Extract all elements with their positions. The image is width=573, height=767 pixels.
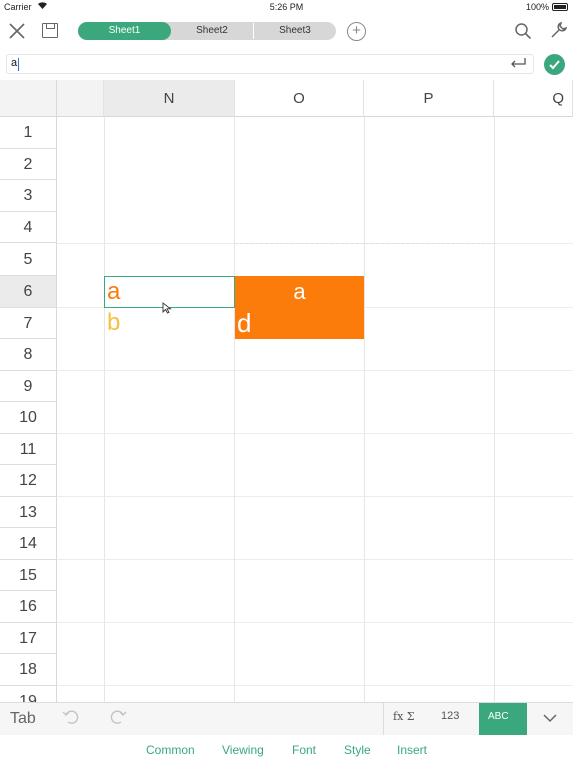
row-gridline xyxy=(57,496,573,497)
input-toolbar: Tab fx Σ 123 ABC xyxy=(0,702,573,736)
row-header-4[interactable]: 4 xyxy=(0,212,57,243)
row-header-14[interactable]: 14 xyxy=(0,528,57,560)
search-icon[interactable] xyxy=(514,22,532,40)
row-header-16[interactable]: 16 xyxy=(0,591,57,623)
row-header-3[interactable]: 3 xyxy=(0,180,57,212)
row-header-13[interactable]: 13 xyxy=(0,497,57,528)
cell-o6[interactable]: a xyxy=(235,277,364,307)
close-icon[interactable] xyxy=(6,20,28,42)
column-header-n[interactable]: N xyxy=(104,80,235,117)
row-header-6[interactable]: 6 xyxy=(0,276,57,308)
column-header-p[interactable]: P xyxy=(364,80,494,117)
row-header-7[interactable]: 7 xyxy=(0,308,57,339)
save-icon[interactable] xyxy=(42,23,58,38)
row-header-18[interactable]: 18 xyxy=(0,654,57,686)
undo-icon[interactable] xyxy=(61,709,81,729)
select-all-corner[interactable] xyxy=(0,80,57,117)
column-gridline xyxy=(364,117,365,702)
formula-input[interactable]: a xyxy=(11,57,17,69)
redo-icon[interactable] xyxy=(108,709,128,729)
cell-n7[interactable]: b xyxy=(107,308,120,338)
menu-viewing[interactable]: Viewing xyxy=(222,743,264,757)
menu-common[interactable]: Common xyxy=(146,743,195,757)
row-header-1[interactable]: 1 xyxy=(0,117,57,149)
column-header-q[interactable]: Q xyxy=(494,80,573,117)
column-gridline xyxy=(494,117,495,702)
formula-bar[interactable]: a xyxy=(6,54,534,74)
row-gridline xyxy=(57,685,573,686)
row-header-19[interactable]: 19 xyxy=(0,686,57,702)
return-icon[interactable] xyxy=(509,56,527,72)
column-header[interactable] xyxy=(57,80,104,117)
row-gridline xyxy=(57,433,573,434)
plus-icon[interactable]: + xyxy=(347,22,366,41)
row-header-8[interactable]: 8 xyxy=(0,339,57,371)
formula-keyboard-button[interactable]: fx Σ xyxy=(393,710,415,723)
checkmark-icon[interactable] xyxy=(544,54,565,75)
column-gridline xyxy=(234,117,235,702)
status-bar: Carrier 5:26 PM 100% xyxy=(0,0,573,14)
spreadsheet-grid[interactable]: N O P Q 1 2 3 4 5 6 7 8 9 10 11 12 13 14… xyxy=(0,80,573,702)
row-gridline xyxy=(57,559,573,560)
row-header-11[interactable]: 11 xyxy=(0,434,57,465)
tab-key[interactable]: Tab xyxy=(10,710,36,728)
text-keyboard-button[interactable]: ABC xyxy=(479,703,527,736)
row-header-12[interactable]: 12 xyxy=(0,465,57,497)
menu-style[interactable]: Style xyxy=(344,743,371,757)
cell-o7[interactable]: d xyxy=(237,308,251,338)
wrench-icon[interactable] xyxy=(549,21,568,40)
row-gridline xyxy=(57,370,573,371)
number-keyboard-button[interactable]: 123 xyxy=(441,710,459,722)
row-header-10[interactable]: 10 xyxy=(0,402,57,434)
mouse-pointer-icon xyxy=(162,301,172,314)
chevron-down-icon[interactable] xyxy=(540,708,560,728)
column-header-o[interactable]: O xyxy=(235,80,364,117)
tab-sheet1[interactable]: Sheet1 xyxy=(78,22,171,40)
bottom-menu: Common Viewing Font Style Insert xyxy=(0,735,573,767)
clock: 5:26 PM xyxy=(269,2,304,12)
row-header-15[interactable]: 15 xyxy=(0,560,57,591)
tab-sheet2[interactable]: Sheet2 xyxy=(171,22,253,40)
row-header-5[interactable]: 5 xyxy=(0,243,57,276)
row-header-2[interactable]: 2 xyxy=(0,149,57,180)
menu-font[interactable]: Font xyxy=(292,743,316,757)
tab-sheet3[interactable]: Sheet3 xyxy=(254,22,336,40)
column-gridline xyxy=(104,117,105,702)
row-header-9[interactable]: 9 xyxy=(0,371,57,402)
battery-percent: 100% xyxy=(525,2,549,12)
top-toolbar: Sheet1 Sheet2 Sheet3 + xyxy=(0,14,573,50)
battery-icon xyxy=(552,3,568,11)
toolbar-divider xyxy=(383,703,384,736)
menu-insert[interactable]: Insert xyxy=(397,743,427,757)
page-break-line xyxy=(235,243,495,244)
sheet-tabs: Sheet1 Sheet2 Sheet3 xyxy=(78,22,336,40)
row-header-17[interactable]: 17 xyxy=(0,623,57,654)
text-cursor xyxy=(18,58,19,71)
row-gridline xyxy=(57,622,573,623)
